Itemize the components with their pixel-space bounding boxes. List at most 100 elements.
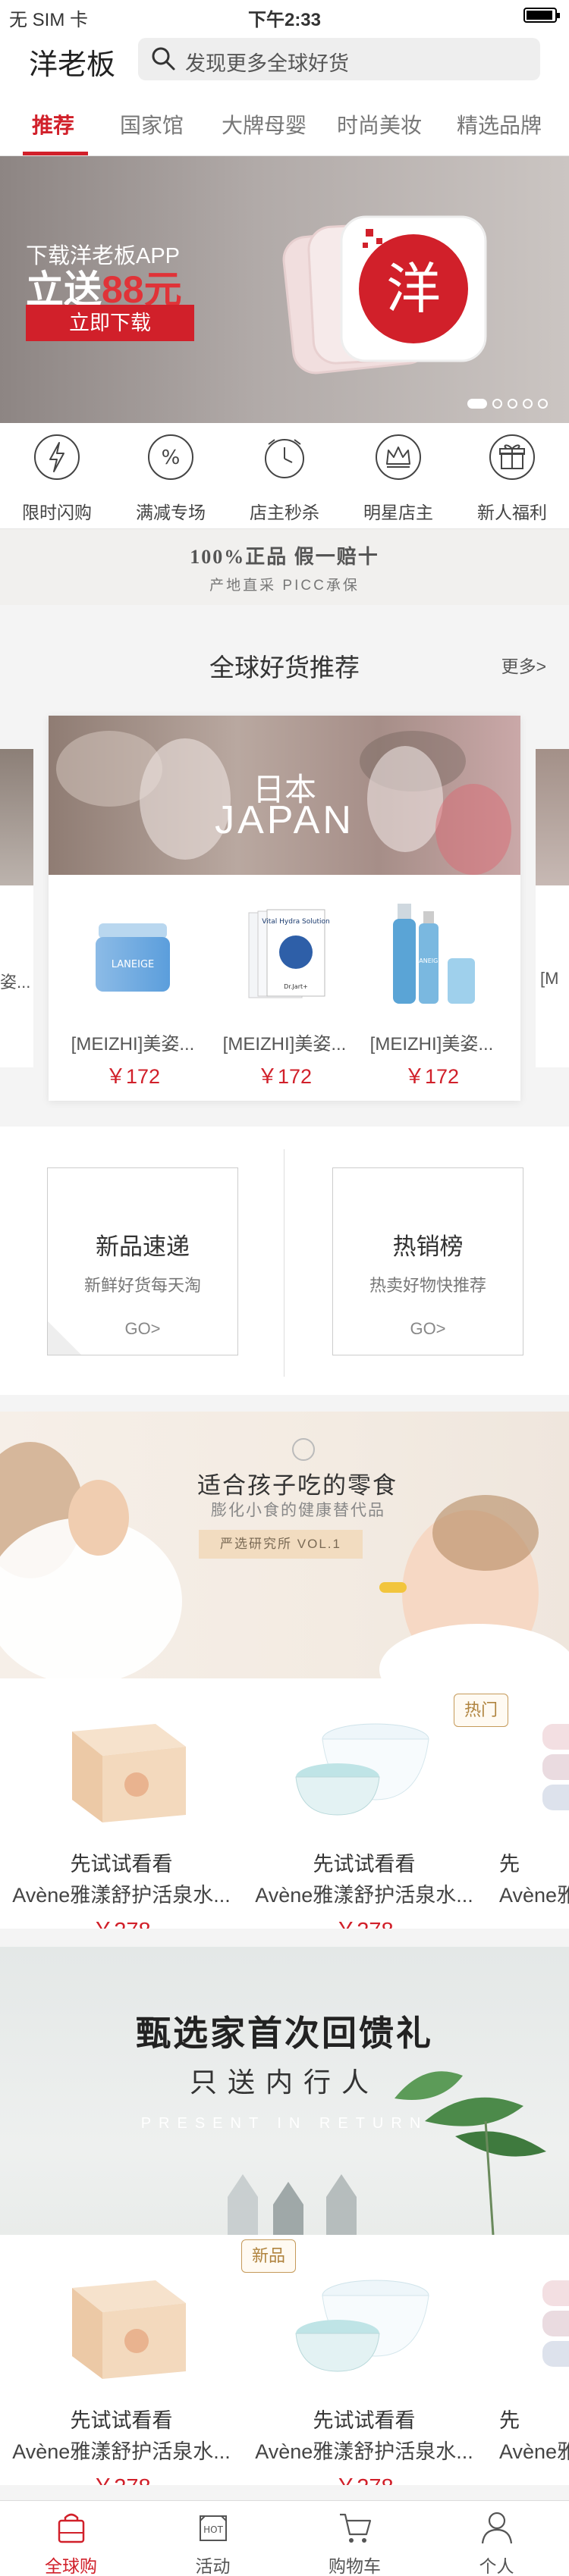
quick-seckill[interactable]: 店主秒杀 xyxy=(228,434,341,524)
category-tabs: 推荐 国家馆 大牌母婴 时尚美妆 精选品牌 xyxy=(0,91,569,156)
tab-baby[interactable]: 大牌母婴 xyxy=(222,109,307,139)
product-subtitle: Avène雅漾舒护活泉水... xyxy=(12,2440,231,2463)
svg-text:LANEIGE: LANEIGE xyxy=(112,959,155,970)
quick-star-shop[interactable]: 明星店主 xyxy=(341,434,455,524)
box-title: 热销榜 xyxy=(392,1233,464,1260)
product-image xyxy=(542,1724,569,1810)
product-price: ￥278 xyxy=(250,2469,478,2485)
product-subtitle: Avène雅 xyxy=(499,2440,569,2463)
quick-newbie-gift[interactable]: 新人福利 xyxy=(455,434,569,524)
search-icon xyxy=(152,47,175,71)
snack-banner[interactable]: 适合孩子吃的零食 膨化小食的健康替代品 严选研究所 VOL.1 xyxy=(0,1412,569,1678)
peek-card-left[interactable]: 姿... xyxy=(0,749,33,1067)
svg-text:LANEIGE: LANEIGE xyxy=(416,957,442,964)
tab-brands[interactable]: 精选品牌 xyxy=(457,109,542,139)
nav-profile[interactable]: 个人 xyxy=(426,2510,567,2576)
product-subtitle: Avène雅漾舒护活泉水... xyxy=(12,1884,231,1907)
product-image: LANEIGE xyxy=(96,923,170,992)
product-image: LANEIGE xyxy=(393,904,475,1004)
nav-label: 个人 xyxy=(479,2556,514,2576)
cart-icon xyxy=(339,2513,371,2543)
snack-title: 适合孩子吃的零食 xyxy=(197,1472,398,1499)
lightning-icon xyxy=(34,434,80,480)
product-image xyxy=(72,2280,186,2379)
product-tile[interactable]: 先试试看看 Avène雅漾舒护活泉水... ￥278 xyxy=(250,1701,478,1929)
hot-icon: HOT xyxy=(199,2515,227,2541)
tab-recommend[interactable]: 推荐 xyxy=(32,109,74,139)
crown-icon xyxy=(376,434,421,480)
product-title: 先试试看看 xyxy=(313,1853,416,1876)
guarantee-line1: 100%正品 假一赔十 xyxy=(190,546,379,568)
quick-icon-row: 限时闪购 % 满减专场 店主秒杀 明星店主 新人福利 xyxy=(0,423,569,529)
product-tile[interactable]: 先试试看看 Avène雅漾舒护活泉水... ￥278 xyxy=(8,1701,235,1929)
guarantee-line2: 产地直采 PICC承保 xyxy=(209,578,360,594)
peek-card-image xyxy=(0,749,33,885)
product-price: ￥172 xyxy=(404,1065,460,1088)
country-name-en: JAPAN xyxy=(215,798,354,842)
product-tile[interactable]: 先试试看看 Avène雅漾舒护活泉水... ￥278 xyxy=(250,2258,478,2485)
product-tile[interactable]: Vital Hydra Solution Dr.Jart+ [MEIZHI]美姿… xyxy=(212,898,357,1089)
hot-badge: 热门 xyxy=(454,1694,508,1727)
banner-pagination[interactable] xyxy=(462,397,548,411)
product-image xyxy=(295,1723,429,1816)
bottom-nav: 全球购 HOT 活动 购物车 个人 xyxy=(0,2500,569,2576)
nav-label: 活动 xyxy=(195,2556,231,2576)
box-title: 新品速递 xyxy=(96,1233,190,1260)
product-tile[interactable]: 先 Avène雅 xyxy=(493,1701,569,1908)
product-subtitle: Avène雅漾舒护活泉水... xyxy=(255,2440,473,2463)
person-icon xyxy=(481,2512,512,2544)
country-card[interactable]: 日本 JAPAN LANEIGE [MEIZHI]美姿... ￥172 Vita… xyxy=(49,716,520,1101)
product-tile[interactable]: LANEIGE [MEIZHI]美姿... ￥172 xyxy=(61,898,205,1089)
peek-card-name: 姿... xyxy=(0,973,31,992)
pagination-dot[interactable] xyxy=(492,399,502,409)
percent-icon: % xyxy=(148,434,193,480)
nav-label: 购物车 xyxy=(329,2556,381,2576)
gift-subtitle: 只送内行人 xyxy=(189,2067,379,2098)
feature-boxes: 新品速递 新鲜好货每天淘 GO> 热销榜 热卖好物快推荐 GO> xyxy=(0,1127,569,1395)
nav-cart[interactable]: 购物车 xyxy=(284,2510,426,2576)
product-title: 先试试看看 xyxy=(70,1853,173,1876)
peek-card-name: [M xyxy=(540,969,559,988)
product-tile[interactable]: 先 Avène雅 xyxy=(493,2258,569,2465)
product-price: ￥172 xyxy=(256,1065,313,1088)
peek-card-right[interactable]: [M xyxy=(536,749,569,1067)
gift-english: PRESENT IN RETURN xyxy=(140,2115,429,2132)
product-name: [MEIZHI]美姿... xyxy=(71,1034,195,1055)
product-title: 先试试看看 xyxy=(70,2409,173,2432)
folded-corner-icon xyxy=(48,1321,81,1355)
app-icon-char: 洋 xyxy=(386,257,441,321)
svg-text:Dr.Jart+: Dr.Jart+ xyxy=(284,983,308,990)
product-subtitle: Avène雅 xyxy=(499,1884,569,1907)
product-image xyxy=(72,1724,186,1822)
app-download-banner[interactable]: 下载洋老板APP 立送88元 立即下载 洋 xyxy=(0,156,569,423)
gift-banner[interactable]: 甄选家首次回馈礼 只送内行人 PRESENT IN RETURN xyxy=(0,1947,569,2235)
brand-title: 洋老板 xyxy=(29,49,116,81)
product-title: 先试试看看 xyxy=(313,2409,416,2432)
nav-activity[interactable]: HOT 活动 xyxy=(142,2510,284,2576)
svg-text:%: % xyxy=(162,447,181,469)
hot-list-box[interactable]: 热销榜 热卖好物快推荐 GO> xyxy=(332,1167,523,1355)
battery-icon xyxy=(523,8,560,23)
quick-flash-sale[interactable]: 限时闪购 xyxy=(0,434,114,524)
download-button[interactable]: 立即下载 xyxy=(26,305,194,341)
tab-beauty[interactable]: 时尚美妆 xyxy=(337,109,422,139)
nav-global-shop[interactable]: 全球购 xyxy=(0,2510,142,2576)
new-arrivals-box[interactable]: 新品速递 新鲜好货每天淘 GO> xyxy=(47,1167,238,1355)
pagination-dot[interactable] xyxy=(538,399,548,409)
product-image: Vital Hydra Solution Dr.Jart+ xyxy=(248,909,330,998)
pagination-dot[interactable] xyxy=(523,399,533,409)
product-tile[interactable]: 先试试看看 Avène雅漾舒护活泉水... ￥278 xyxy=(8,2258,235,2485)
guarantee-strip: 100%正品 假一赔十 产地直采 PICC承保 xyxy=(0,529,569,605)
tab-country[interactable]: 国家馆 xyxy=(120,109,184,139)
pagination-dot[interactable] xyxy=(467,399,487,409)
more-link[interactable]: 更多> xyxy=(501,652,546,678)
pagination-dot[interactable] xyxy=(508,399,517,409)
tab-underline xyxy=(23,152,88,155)
product-title: 先 xyxy=(499,1853,520,1876)
product-price: ￥172 xyxy=(105,1065,161,1088)
search-input[interactable]: 发现更多全球好货 xyxy=(138,38,540,80)
product-tile[interactable]: LANEIGE [MEIZHI]美姿... ￥172 xyxy=(360,898,504,1089)
svg-text:Vital Hydra Solution: Vital Hydra Solution xyxy=(262,918,329,926)
global-recommend-section: 全球好货推荐 更多> 姿... [M 日本 JAPAN LANEIGE [MEI… xyxy=(0,605,569,1127)
quick-discount[interactable]: % 满减专场 xyxy=(114,434,228,524)
